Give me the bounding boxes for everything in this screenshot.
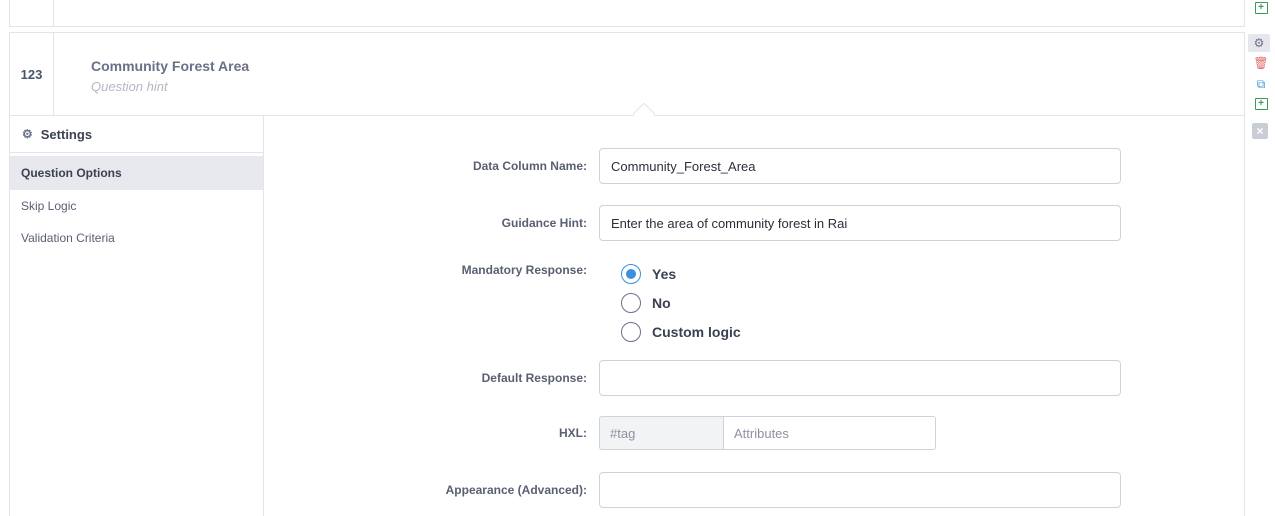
radio-button-yes[interactable]: [621, 263, 641, 284]
close-icon[interactable]: ×: [1252, 123, 1268, 139]
default-response-row: Default Response:: [262, 360, 1121, 396]
question-number: 123: [10, 33, 54, 115]
radio-button-no[interactable]: [621, 292, 641, 313]
question-hint[interactable]: Question hint: [91, 79, 168, 94]
guidance-hint-input[interactable]: [599, 205, 1121, 241]
question-label[interactable]: Community Forest Area: [91, 58, 249, 74]
default-response-label: Default Response:: [481, 371, 587, 385]
guidance-hint-row: Guidance Hint:: [262, 205, 1121, 241]
radio-option-yes[interactable]: Yes: [621, 259, 741, 288]
tab-validation-criteria[interactable]: Validation Criteria: [10, 222, 263, 254]
radio-option-custom-logic[interactable]: Custom logic: [621, 317, 741, 346]
data-column-name-label: Data Column Name:: [472, 159, 587, 173]
duplicate-icon[interactable]: ⧉: [1253, 76, 1269, 92]
question-row[interactable]: 123 Community Forest Area Question hint: [9, 32, 1245, 126]
mandatory-response-row: Mandatory Response:: [262, 260, 599, 280]
guidance-hint-label: Guidance Hint:: [501, 216, 587, 230]
gear-icon[interactable]: ⚙: [1248, 34, 1270, 52]
settings-header: ⚙ Settings: [10, 116, 263, 153]
radio-label-custom-logic[interactable]: Custom logic: [652, 324, 741, 340]
tab-skip-logic[interactable]: Skip Logic: [10, 190, 263, 222]
radio-button-custom-logic[interactable]: [621, 321, 641, 342]
mandatory-response-label: Mandatory Response:: [461, 263, 587, 277]
appearance-label: Appearance (Advanced):: [445, 483, 587, 497]
hxl-row: HXL:: [262, 416, 936, 450]
previous-question-row[interactable]: [9, 0, 1245, 27]
settings-sidebar: ⚙ Settings Question Options Skip Logic V…: [10, 116, 264, 516]
appearance-row: Appearance (Advanced):: [262, 472, 1121, 508]
hxl-tag-input[interactable]: [599, 416, 723, 450]
row-number-divider: [53, 0, 54, 26]
hxl-label: HXL:: [559, 426, 587, 440]
radio-label-no[interactable]: No: [652, 295, 671, 311]
radio-option-no[interactable]: No: [621, 288, 741, 317]
radio-label-yes[interactable]: Yes: [652, 266, 676, 282]
tab-question-options[interactable]: Question Options: [10, 156, 263, 190]
form-builder-page: + 123 Community Forest Area Question hin…: [0, 0, 1275, 516]
add-question-icon[interactable]: +: [1253, 0, 1269, 16]
data-column-name-row: Data Column Name:: [262, 148, 1121, 184]
gear-icon: ⚙: [22, 127, 33, 141]
appearance-input[interactable]: [599, 472, 1121, 508]
trash-icon[interactable]: 🗑: [1253, 55, 1269, 71]
mandatory-response-options: Yes No Custom logic: [621, 259, 741, 346]
add-question-icon[interactable]: +: [1253, 96, 1269, 112]
default-response-input[interactable]: [599, 360, 1121, 396]
hxl-attributes-input[interactable]: [723, 416, 936, 450]
settings-title: Settings: [40, 126, 93, 142]
data-column-name-input[interactable]: [599, 148, 1121, 184]
